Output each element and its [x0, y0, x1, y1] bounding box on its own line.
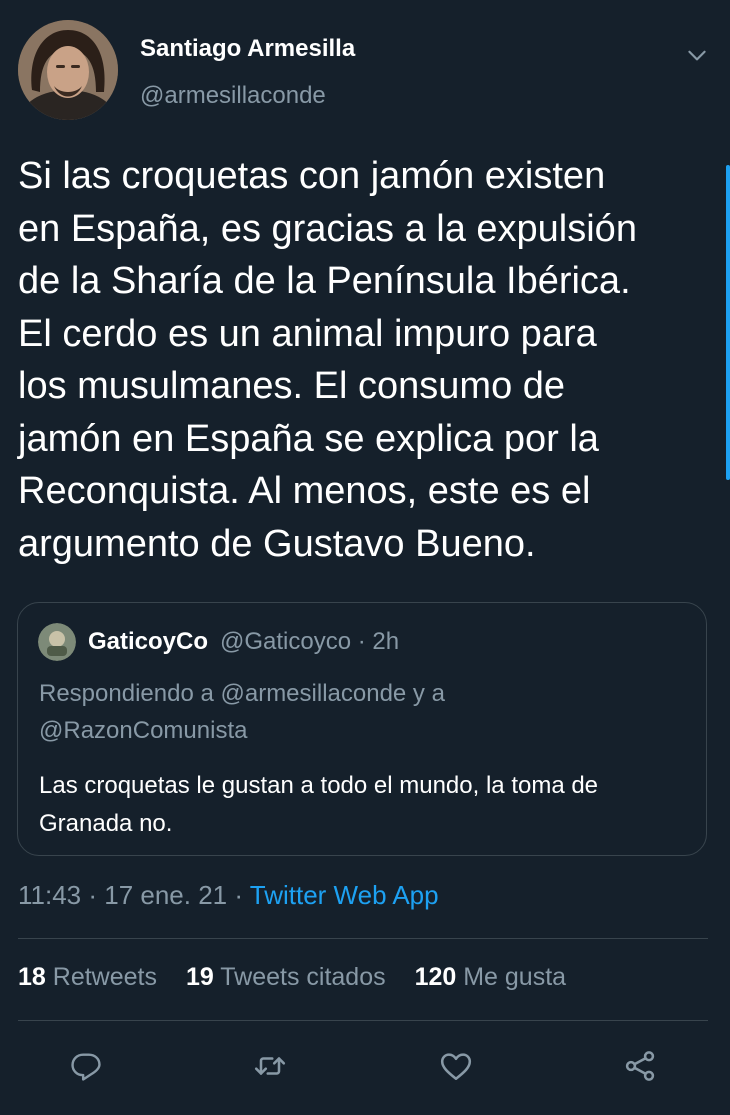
retweet-button[interactable]: [248, 1046, 292, 1090]
author-name[interactable]: Santiago Armesilla: [140, 35, 355, 63]
scrollbar[interactable]: [726, 165, 730, 480]
share-icon: [622, 1048, 658, 1089]
likes-label: Me gusta: [456, 963, 567, 991]
likes-count: 120: [414, 963, 457, 991]
tweet-text: Si las croquetas con jamón existen en Es…: [18, 155, 637, 565]
tweet-header: Santiago Armesilla @armesillaconde: [18, 20, 718, 130]
quoted-tweet-text: Las croquetas le gustan a todo el mundo,…: [39, 772, 599, 837]
divider: [18, 938, 708, 939]
reply-mention-2[interactable]: @RazonComunista: [39, 717, 247, 744]
quote-tweets-label: Tweets citados: [213, 963, 386, 991]
retweets-stat[interactable]: 18 Retweets: [18, 963, 157, 991]
quoted-tweet[interactable]: GaticoyCo @Gaticoyco · 2h Respondiendo a…: [17, 602, 707, 856]
likes-stat[interactable]: 120 Me gusta: [415, 963, 567, 991]
quote-tweets-count: 19: [185, 963, 214, 991]
retweets-count: 18: [18, 963, 46, 991]
retweets-label: Retweets: [45, 963, 157, 991]
tweet-time[interactable]: 11:43 · 17 ene. 21 ·: [18, 880, 250, 910]
tweet-actions: [0, 1046, 730, 1090]
heart-icon: [438, 1048, 474, 1089]
tweet-source-link[interactable]: Twitter Web App: [250, 880, 439, 910]
reply-button[interactable]: [64, 1046, 108, 1090]
replying-to: Respondiendo a @armesillaconde y a @Razo…: [39, 675, 679, 749]
author-avatar[interactable]: [18, 20, 118, 120]
quote-tweets-stat[interactable]: 19 Tweets citados: [186, 963, 386, 991]
reply-mention-1[interactable]: @armesillaconde: [220, 680, 406, 707]
quoted-author-name[interactable]: GaticoyCo: [88, 628, 208, 656]
replying-to-and: y a: [406, 680, 445, 707]
quoted-handle-time: @Gaticoyco · 2h: [220, 628, 400, 655]
like-button[interactable]: [434, 1046, 478, 1090]
tweet-stats: 18 Retweets 19 Tweets citados 120 Me gus…: [18, 963, 588, 992]
replying-to-prefix: Respondiendo a: [39, 680, 221, 707]
reply-icon: [69, 1049, 103, 1088]
share-button[interactable]: [618, 1046, 662, 1090]
quoted-avatar: [38, 623, 76, 661]
retweet-icon: [252, 1048, 288, 1089]
tweet-timestamp: 11:43 · 17 ene. 21 · Twitter Web App: [18, 880, 439, 911]
author-handle[interactable]: @armesillaconde: [140, 82, 326, 110]
chevron-down-icon[interactable]: [684, 42, 710, 68]
divider: [18, 1020, 708, 1021]
